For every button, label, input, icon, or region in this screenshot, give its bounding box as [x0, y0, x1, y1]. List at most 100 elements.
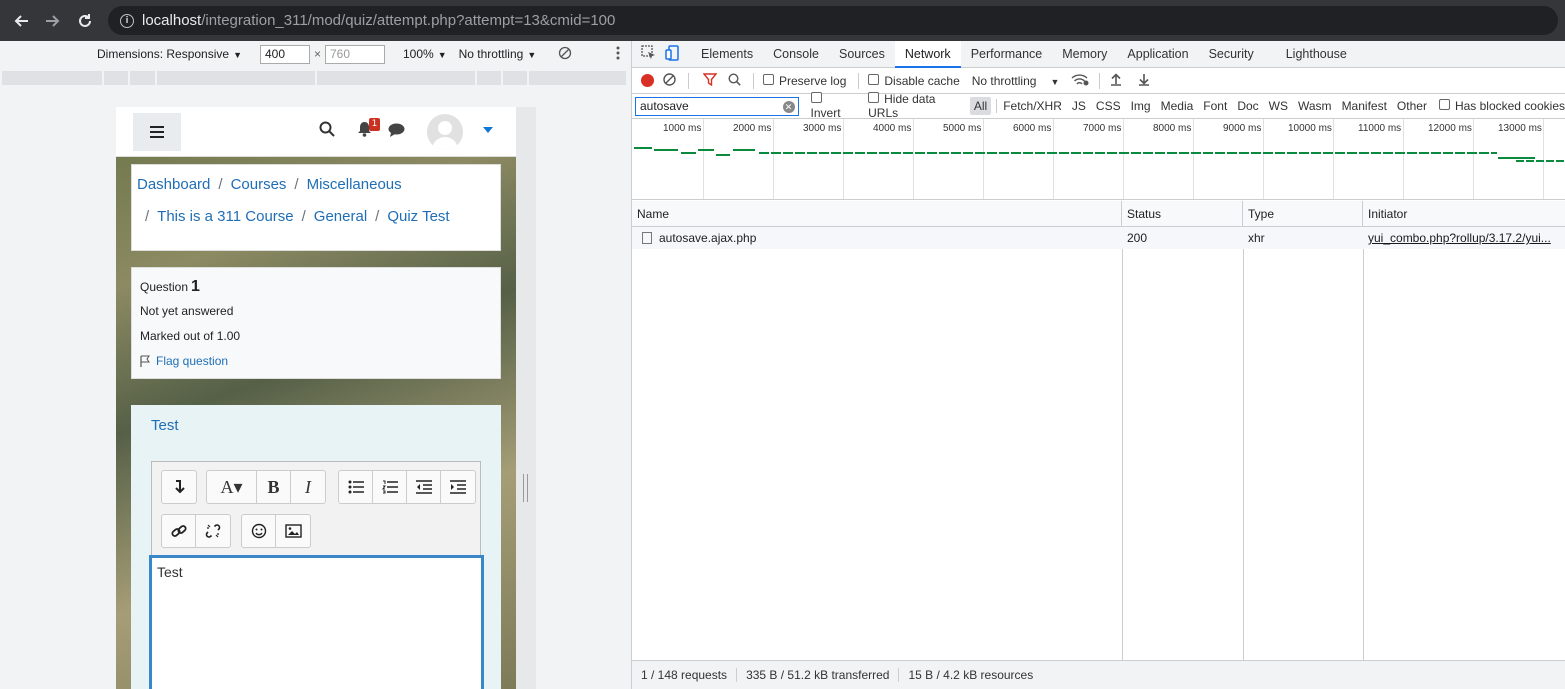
caret-down-icon: ▼	[1050, 76, 1060, 87]
column-name[interactable]: Name	[632, 201, 1122, 227]
indent-icon	[450, 480, 466, 494]
outdent-button[interactable]	[407, 471, 441, 503]
breadcrumb-quiz[interactable]: Quiz Test	[387, 208, 449, 225]
rotate-icon[interactable]	[558, 46, 572, 63]
tab-performance[interactable]: Performance	[961, 41, 1053, 68]
table-row[interactable]: autosave.ajax.php 200 xhr yui_combo.php?…	[632, 227, 1565, 249]
resize-handle[interactable]	[523, 474, 528, 502]
disable-cache-checkbox[interactable]: Disable cache	[868, 73, 960, 88]
timeline-label: 7000 ms	[1083, 123, 1122, 134]
user-menu-caret-icon[interactable]	[483, 127, 493, 133]
tab-application[interactable]: Application	[1117, 41, 1198, 68]
tab-memory[interactable]: Memory	[1052, 41, 1117, 68]
network-conditions-icon[interactable]	[1071, 73, 1089, 89]
timeline-label: 3000 ms	[803, 123, 842, 134]
question-info: Question 1 Not yet answered Marked out of…	[131, 267, 501, 379]
import-har-icon[interactable]	[1110, 72, 1122, 89]
reload-button[interactable]	[74, 10, 96, 32]
address-bar[interactable]: i localhost/integration_311/mod/quiz/att…	[108, 6, 1558, 35]
back-button[interactable]	[10, 10, 32, 32]
bold-button[interactable]: B	[257, 471, 291, 503]
info-icon[interactable]: i	[120, 13, 134, 28]
forward-button[interactable]	[42, 10, 64, 32]
search-icon[interactable]	[319, 121, 335, 137]
column-status[interactable]: Status	[1122, 201, 1243, 227]
show-more-buttons[interactable]	[162, 471, 196, 503]
network-overview-timeline[interactable]: 1000 ms 2000 ms 3000 ms 4000 ms 5000 ms …	[632, 119, 1565, 200]
breadcrumb: Dashboard / Courses / Miscellaneous / Th…	[131, 164, 501, 251]
clear-filter-icon[interactable]: ✕	[782, 100, 795, 113]
answer-editor[interactable]: Test	[149, 555, 484, 689]
filter-wasm[interactable]: Wasm	[1294, 97, 1336, 115]
filter-icon[interactable]	[702, 72, 718, 89]
filter-all[interactable]: All	[969, 97, 992, 115]
tab-security[interactable]: Security	[1199, 41, 1276, 68]
bullet-list-icon	[348, 480, 364, 494]
zoom-select[interactable]: 100% ▼	[403, 47, 447, 61]
column-type[interactable]: Type	[1243, 201, 1363, 227]
more-options-icon[interactable]	[616, 46, 620, 63]
device-throttling-select[interactable]: No throttling ▼	[459, 47, 537, 61]
network-throttling-select[interactable]: No throttling ▼	[972, 74, 1060, 88]
device-toggle-icon[interactable]	[665, 44, 679, 64]
breadcrumb-separator: /	[375, 208, 380, 225]
filter-fetch-xhr[interactable]: Fetch/XHR	[999, 97, 1066, 115]
breadcrumb-course[interactable]: This is a 311 Course	[157, 208, 293, 225]
filter-media[interactable]: Media	[1157, 97, 1198, 115]
breadcrumb-courses[interactable]: Courses	[231, 176, 287, 193]
width-input[interactable]: 400	[259, 44, 310, 64]
toolbar-group-links	[161, 514, 231, 548]
breadcrumb-general[interactable]: General	[314, 208, 367, 225]
filter-other[interactable]: Other	[1393, 97, 1431, 115]
device-emulation-area: Dimensions: Responsive ▼ 400 × 760 100% ▼ …	[0, 41, 631, 689]
tab-network[interactable]: Network	[894, 40, 961, 68]
emoji-button[interactable]	[242, 515, 276, 547]
breadcrumb-dashboard[interactable]: Dashboard	[137, 176, 210, 193]
filter-manifest[interactable]: Manifest	[1338, 97, 1391, 115]
request-initiator-link[interactable]: yui_combo.php?rollup/3.17.2/yui...	[1363, 227, 1565, 249]
tab-elements[interactable]: Elements	[691, 41, 763, 68]
ordered-list-button[interactable]	[373, 471, 407, 503]
timeline-label: 4000 ms	[873, 123, 912, 134]
avatar[interactable]	[427, 114, 463, 150]
invert-checkbox[interactable]: Invert	[810, 92, 857, 120]
clear-icon[interactable]	[663, 72, 676, 89]
filter-js[interactable]: JS	[1068, 97, 1090, 115]
media-query-ruler[interactable]	[2, 71, 628, 85]
filter-img[interactable]: Img	[1127, 97, 1155, 115]
filter-input[interactable]: autosave ✕	[635, 96, 799, 116]
italic-button[interactable]: I	[291, 471, 325, 503]
request-status: 200	[1127, 231, 1148, 245]
filter-font[interactable]: Font	[1199, 97, 1231, 115]
timeline-label: 1000 ms	[663, 123, 702, 134]
timeline-label: 5000 ms	[943, 123, 982, 134]
inspect-element-icon[interactable]	[641, 45, 656, 63]
unlink-button[interactable]	[196, 515, 230, 547]
italic-icon: I	[305, 476, 311, 497]
filter-doc[interactable]: Doc	[1233, 97, 1262, 115]
paragraph-style-button[interactable]: A▾	[207, 471, 257, 503]
flag-question-link[interactable]: Flag question	[140, 354, 228, 368]
height-input[interactable]: 760	[325, 44, 385, 64]
image-button[interactable]	[276, 515, 310, 547]
dimensions-select[interactable]: Dimensions: Responsive ▼	[97, 47, 242, 61]
column-initiator[interactable]: Initiator	[1363, 201, 1565, 227]
blocked-cookies-checkbox[interactable]: Has blocked cookies	[1438, 99, 1565, 113]
filter-css[interactable]: CSS	[1092, 97, 1125, 115]
tab-lighthouse[interactable]: Lighthouse	[1276, 41, 1357, 68]
record-icon[interactable]	[641, 74, 654, 87]
breadcrumb-miscellaneous[interactable]: Miscellaneous	[307, 176, 402, 193]
indent-button[interactable]	[441, 471, 475, 503]
flag-icon	[140, 355, 150, 367]
tab-console[interactable]: Console	[763, 41, 829, 68]
tab-sources[interactable]: Sources	[829, 41, 895, 68]
chat-icon[interactable]	[388, 123, 405, 137]
link-button[interactable]	[162, 515, 196, 547]
filter-ws[interactable]: WS	[1265, 97, 1292, 115]
search-icon[interactable]	[728, 72, 741, 89]
preserve-log-checkbox[interactable]: Preserve log	[763, 73, 846, 88]
unordered-list-button[interactable]	[339, 471, 373, 503]
export-har-icon[interactable]	[1138, 73, 1150, 89]
menu-toggle-button[interactable]	[133, 113, 181, 151]
hide-data-urls-checkbox[interactable]: Hide data URLs	[868, 92, 968, 120]
